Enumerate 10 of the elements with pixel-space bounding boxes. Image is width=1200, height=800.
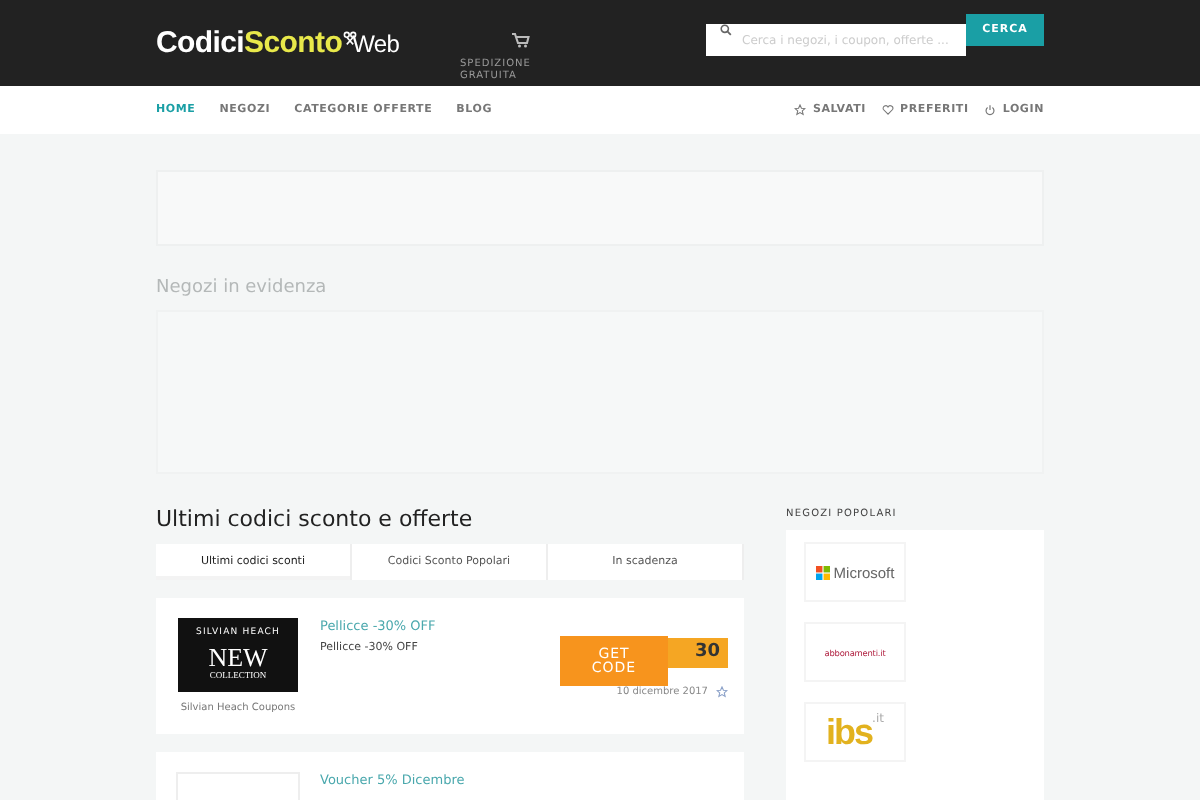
store-logo[interactable]: ibs$^{.it}$	[804, 702, 906, 762]
heart-icon	[882, 104, 895, 116]
section-title: Negozi in evidenza	[156, 278, 329, 298]
windows-icon	[815, 565, 830, 579]
power-icon	[984, 104, 997, 116]
cart-icon[interactable]	[511, 32, 529, 48]
star-icon[interactable]	[716, 686, 728, 698]
site-logo[interactable]: CodiciSconto Web	[156, 26, 416, 60]
section-title: Ultimi codici sconto e offerte	[156, 506, 475, 532]
star-icon	[794, 104, 807, 116]
